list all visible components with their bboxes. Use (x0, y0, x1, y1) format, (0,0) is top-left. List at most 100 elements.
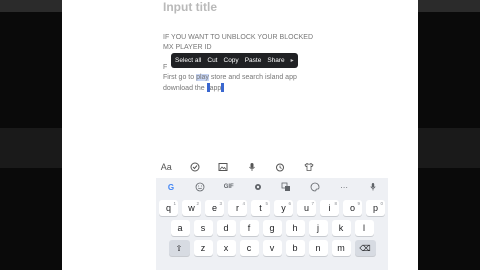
body-line-3-text: F (163, 64, 168, 71)
shirt-icon[interactable] (302, 160, 316, 174)
voice-input-icon[interactable] (366, 180, 380, 194)
key-f[interactable]: f (239, 220, 259, 236)
backspace-key[interactable]: ⌫ (354, 240, 376, 256)
key-s[interactable]: s (193, 220, 213, 236)
key-label: t (259, 203, 262, 213)
key-r[interactable]: 4r (228, 200, 247, 216)
key-g[interactable]: g (262, 220, 282, 236)
key-u[interactable]: 7u (297, 200, 316, 216)
google-icon[interactable]: G (164, 180, 178, 194)
key-label: r (236, 203, 239, 213)
shirt-glyph (304, 163, 314, 171)
key-hint: 8 (334, 201, 337, 206)
microphone-icon[interactable] (245, 160, 259, 174)
keyboard-toolbar: G GIF ··· (156, 178, 388, 196)
key-j[interactable]: j (308, 220, 328, 236)
body-line-5-a: download (163, 85, 193, 92)
key-label: e (211, 203, 217, 213)
key-label: u (303, 203, 309, 213)
key-hint: 3 (219, 201, 222, 206)
key-n[interactable]: n (308, 240, 328, 256)
selection-toolbar: Select all Cut Copy Paste Share ▸ (171, 53, 298, 68)
body-line-4[interactable]: First go to play store and search island… (163, 73, 297, 82)
key-hint: 9 (357, 201, 360, 206)
key-y[interactable]: 6y (274, 200, 293, 216)
left-blur-top (0, 0, 62, 12)
translate-glyph (281, 182, 291, 191)
body-line-2[interactable]: MX PLAYER ID (163, 43, 212, 52)
microphone-glyph (248, 163, 255, 171)
key-w[interactable]: 2w (182, 200, 201, 216)
image-icon[interactable] (216, 160, 230, 174)
key-hint: 2 (196, 201, 199, 206)
settings-icon[interactable] (251, 180, 265, 194)
more-icon[interactable]: ··· (337, 180, 351, 194)
key-hint: 7 (311, 201, 314, 206)
key-t[interactable]: 5t (251, 200, 270, 216)
key-label: o (349, 203, 355, 213)
keyboard-row-2: a s d f g h j k l (156, 220, 388, 236)
key-label: i (328, 203, 331, 213)
keyboard-row-3: ⇧ z x c v b n m ⌫ (156, 240, 388, 256)
left-blur-mid (0, 128, 62, 168)
note-editor[interactable]: Input title IF YOU WANT TO UNBLOCK YOUR … (62, 0, 418, 152)
text-format-icon[interactable]: Aa (159, 160, 173, 174)
alarm-icon[interactable] (273, 160, 287, 174)
key-x[interactable]: x (216, 240, 236, 256)
key-label: y (281, 203, 286, 213)
format-toolbar: Aa (62, 158, 418, 176)
key-z[interactable]: z (193, 240, 213, 256)
key-hint: 4 (242, 201, 245, 206)
key-label: q (165, 203, 171, 213)
key-q[interactable]: 1q (159, 200, 178, 216)
key-b[interactable]: b (285, 240, 305, 256)
copy-button[interactable]: Copy (224, 57, 239, 64)
paste-button[interactable]: Paste (245, 57, 262, 64)
key-hint: 1 (173, 201, 176, 206)
body-line-4-c: store and search island app (208, 74, 297, 81)
share-button[interactable]: Share (267, 57, 284, 64)
keyboard-row-1: 1q 2w 3e 4r 5t 6y 7u 8i 9o 0p (156, 200, 388, 216)
image-glyph (218, 163, 228, 171)
alarm-glyph (276, 163, 285, 172)
key-v[interactable]: v (262, 240, 282, 256)
key-o[interactable]: 9o (343, 200, 362, 216)
translate-icon[interactable] (279, 180, 293, 194)
shift-key[interactable]: ⇧ (168, 240, 190, 256)
selection-end-handle[interactable] (221, 83, 225, 92)
cut-button[interactable]: Cut (207, 57, 217, 64)
palette-glyph (310, 182, 320, 192)
more-label: ··· (340, 182, 349, 192)
voice-glyph (370, 183, 376, 191)
body-line-1[interactable]: IF YOU WANT TO UNBLOCK YOUR BLOCKED (163, 33, 313, 42)
body-line-5[interactable]: download the app (163, 83, 225, 93)
checkbox-glyph (190, 162, 200, 172)
selected-text[interactable]: play (196, 74, 209, 81)
key-p[interactable]: 0p (366, 200, 385, 216)
palette-icon[interactable] (308, 180, 322, 194)
key-label: w (188, 203, 195, 213)
right-blur-top (418, 0, 480, 12)
right-blur-bar (418, 0, 480, 270)
key-d[interactable]: d (216, 220, 236, 236)
key-i[interactable]: 8i (320, 200, 339, 216)
key-h[interactable]: h (285, 220, 305, 236)
more-options-icon[interactable]: ▸ (291, 57, 294, 64)
emoji-glyph (195, 182, 205, 192)
title-input[interactable]: Input title (163, 0, 217, 14)
key-a[interactable]: a (170, 220, 190, 236)
body-line-5-c: app (209, 85, 222, 92)
left-blur-bar (0, 0, 62, 270)
key-c[interactable]: c (239, 240, 259, 256)
checkbox-icon[interactable] (188, 160, 202, 174)
key-k[interactable]: k (331, 220, 351, 236)
key-m[interactable]: m (331, 240, 351, 256)
key-e[interactable]: 3e (205, 200, 224, 216)
body-line-3[interactable]: F (163, 63, 167, 72)
gif-icon[interactable]: GIF (222, 180, 236, 194)
right-blur-mid (418, 128, 480, 168)
emoji-icon[interactable] (193, 180, 207, 194)
select-all-button[interactable]: Select all (175, 57, 201, 64)
key-l[interactable]: l (354, 220, 374, 236)
body-line-5-b: the (192, 85, 207, 92)
